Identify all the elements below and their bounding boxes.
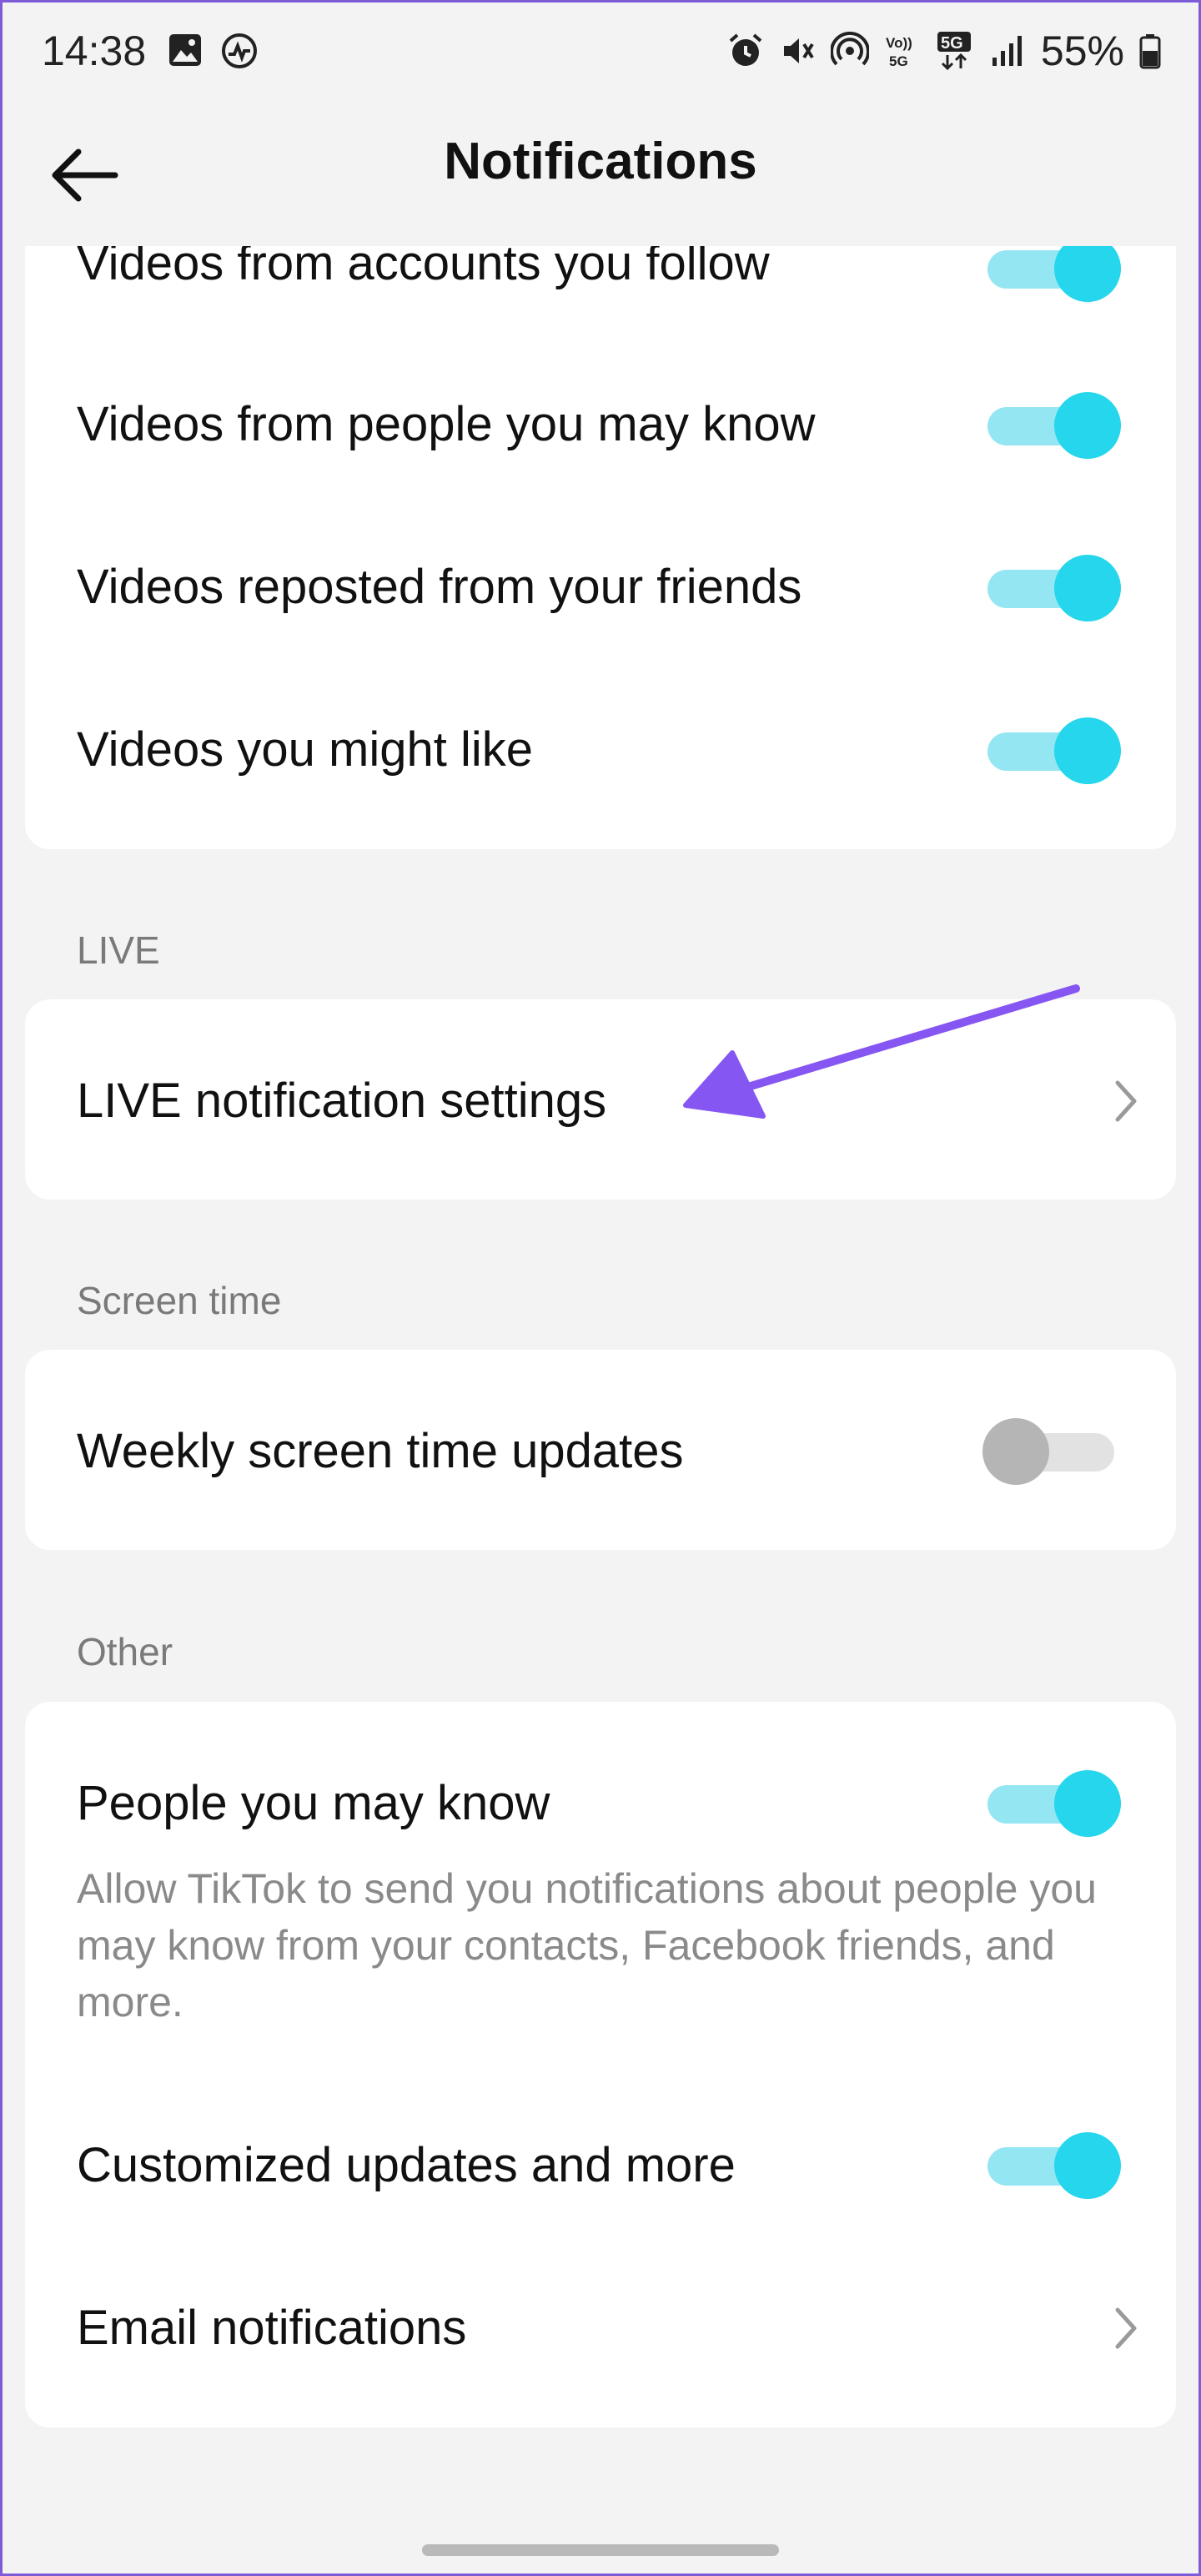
row-label: LIVE notification settings [77, 1074, 607, 1128]
home-indicator[interactable] [422, 2544, 779, 2556]
list-item[interactable]: Videos reposted from your friends [25, 517, 1176, 680]
video-notifications-card: Videos from accounts you follow Videos f… [25, 192, 1176, 849]
weekly-screen-time-row[interactable]: Weekly screen time updates [25, 1350, 1176, 1550]
live-notification-settings-row[interactable]: LIVE notification settings [25, 999, 1176, 1200]
signal-icon [992, 36, 1022, 66]
status-left-icons [167, 32, 259, 70]
5g-data-icon: 5G [937, 32, 971, 71]
email-notifications-row[interactable]: Email notifications [25, 2248, 1176, 2411]
gallery-icon [169, 34, 201, 66]
header-bar: Notifications [0, 108, 1201, 246]
row-label: Email notifications [77, 2301, 467, 2355]
hotspot-icon [830, 32, 869, 66]
chevron-right-icon [1115, 1080, 1137, 1122]
toggle-switch[interactable] [987, 717, 1121, 784]
people-you-may-know-row[interactable]: People you may know Allow TikTok to send… [25, 1702, 1176, 2052]
volte-5g-icon: Vo)) 5G [886, 35, 912, 69]
svg-text:Vo)): Vo)) [886, 35, 912, 51]
alarm-icon [729, 33, 762, 66]
page-title: Notifications [444, 133, 757, 190]
section-header-screen-time: Screen time [77, 1279, 282, 1322]
customized-updates-row[interactable]: Customized updates and more [25, 2085, 1176, 2248]
toggle-switch[interactable] [987, 555, 1121, 621]
activity-icon [222, 33, 257, 68]
row-label: People you may know [77, 1776, 550, 1830]
battery-percentage: 55% [1040, 28, 1124, 74]
section-header-other: Other [77, 1630, 173, 1673]
section-header-live: LIVE [77, 928, 160, 972]
toggle-switch[interactable] [982, 1418, 1116, 1485]
battery-icon [1139, 34, 1161, 69]
toggle-switch[interactable] [987, 392, 1121, 459]
mute-icon [783, 38, 814, 63]
chevron-right-icon [1115, 2307, 1137, 2349]
screen-time-card: Weekly screen time updates [25, 1350, 1176, 1550]
row-label: Weekly screen time updates [77, 1424, 684, 1478]
list-item[interactable]: Videos from people you may know [25, 355, 1176, 517]
status-right-icons: Vo)) 5G 5G 55% [727, 27, 1161, 75]
other-card: People you may know Allow TikTok to send… [25, 1702, 1176, 2428]
toggle-switch[interactable] [987, 1770, 1121, 1837]
list-item[interactable]: Videos you might like [25, 680, 1176, 843]
status-bar: 14:38 Vo)) 5G 5G 55% [0, 0, 1201, 108]
svg-text:5G: 5G [941, 34, 963, 53]
row-label: Videos from people you may know [77, 397, 816, 451]
toggle-switch[interactable] [987, 2132, 1121, 2199]
row-label: Customized updates and more [77, 2138, 736, 2192]
live-card: LIVE notification settings [25, 999, 1176, 1200]
status-time: 14:38 [42, 28, 147, 74]
svg-text:5G: 5G [889, 53, 908, 69]
row-label: Videos you might like [77, 722, 534, 777]
row-description: Allow TikTok to send you notifications a… [77, 1865, 1097, 2025]
row-label: Videos reposted from your friends [77, 560, 802, 614]
